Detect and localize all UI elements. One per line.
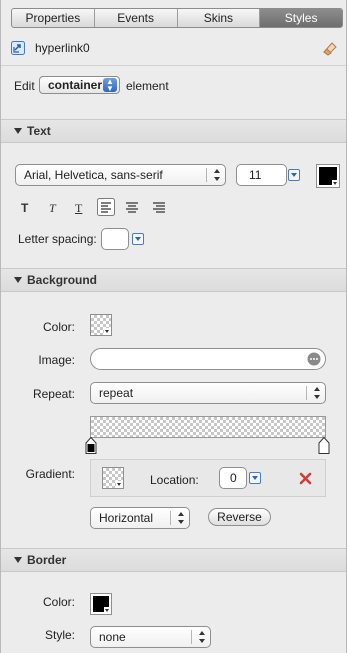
element-select-value: container: [48, 78, 103, 92]
align-left-icon[interactable]: [97, 198, 115, 216]
text-color-swatch[interactable]: [316, 164, 340, 188]
disclosure-triangle-icon: [14, 128, 22, 134]
border-style-select[interactable]: none: [90, 626, 211, 648]
updown-arrow-icon: [214, 169, 220, 181]
tab-skins[interactable]: Skins: [178, 9, 261, 27]
gradient-stop-box: [90, 459, 326, 497]
bg-repeat-select[interactable]: repeat: [90, 382, 326, 404]
border-color-swatch[interactable]: [90, 593, 112, 615]
tab-properties[interactable]: Properties: [12, 9, 95, 27]
font-size-value: 11: [249, 168, 262, 182]
divider: [1, 65, 346, 66]
border-style-label: Style:: [44, 628, 75, 642]
location-value: 0: [230, 471, 237, 485]
edit-label: Edit: [14, 79, 35, 93]
browse-ellipsis-icon[interactable]: [307, 352, 321, 366]
section-title: Text: [27, 124, 51, 138]
gradient-direction-value: Horizontal: [99, 511, 154, 525]
border-style-value: none: [99, 630, 126, 644]
updown-arrow-icon: [199, 631, 205, 643]
bg-color-label: Color:: [42, 320, 75, 334]
location-dropdown-button[interactable]: [249, 472, 261, 484]
gradient-preview-bar[interactable]: [90, 416, 326, 438]
updown-arrow-icon: [314, 387, 320, 399]
border-color-label: Color:: [42, 595, 75, 609]
letter-spacing-label: Letter spacing:: [18, 232, 97, 246]
bold-button[interactable]: T: [21, 201, 28, 215]
delete-stop-icon[interactable]: [299, 472, 312, 485]
bg-repeat-label: Repeat:: [32, 387, 75, 401]
chevron-down-icon: [116, 481, 123, 488]
section-title: Border: [27, 553, 67, 567]
edit-suffix: element: [126, 79, 169, 93]
font-family-value: Arial, Helvetica, sans-serif: [24, 168, 163, 182]
border-section-header[interactable]: Border: [1, 548, 346, 572]
disclosure-triangle-icon: [14, 277, 22, 283]
letter-spacing-dropdown-button[interactable]: [132, 233, 144, 245]
align-center-icon[interactable]: [124, 198, 140, 216]
tab-styles[interactable]: Styles: [260, 9, 342, 27]
updown-arrow-icon: [178, 512, 184, 524]
tab-bar: Properties Events Skins Styles: [11, 8, 343, 28]
chevron-down-icon: [332, 180, 339, 187]
updown-arrow-icon: ▲ ▼: [103, 78, 117, 93]
location-label: Location:: [150, 473, 199, 487]
bg-repeat-value: repeat: [99, 386, 134, 400]
styles-panel: Properties Events Skins Styles hyperlink…: [0, 0, 347, 653]
eraser-icon[interactable]: [321, 39, 339, 57]
bg-color-swatch[interactable]: [90, 314, 112, 336]
letter-spacing-input[interactable]: [101, 228, 129, 250]
stop-color-swatch[interactable]: [102, 467, 124, 489]
component-name: hyperlink0: [35, 41, 90, 55]
font-size-dropdown-button[interactable]: [288, 169, 300, 181]
font-size-input[interactable]: 11: [236, 164, 287, 186]
text-section-header[interactable]: Text: [1, 119, 346, 143]
underline-button[interactable]: T: [75, 201, 82, 216]
location-input[interactable]: 0: [219, 467, 247, 489]
bg-image-input[interactable]: [90, 348, 326, 370]
reverse-button[interactable]: Reverse: [208, 508, 271, 526]
element-select[interactable]: container ▲ ▼: [39, 76, 120, 94]
gradient-label: Gradient:: [25, 467, 75, 481]
gradient-stop-right[interactable]: [318, 437, 330, 454]
hyperlink-component-icon: [11, 41, 25, 55]
background-section-header[interactable]: Background: [1, 268, 346, 292]
section-title: Background: [27, 273, 98, 287]
align-right-icon[interactable]: [151, 198, 167, 216]
tab-events[interactable]: Events: [95, 9, 178, 27]
chevron-down-icon: [104, 607, 111, 614]
bg-image-label: Image:: [38, 353, 75, 367]
font-family-select[interactable]: Arial, Helvetica, sans-serif: [15, 164, 226, 186]
disclosure-triangle-icon: [14, 557, 22, 563]
gradient-stop-left[interactable]: [85, 437, 97, 454]
italic-button[interactable]: T: [49, 201, 56, 216]
gradient-direction-select[interactable]: Horizontal: [90, 507, 190, 529]
chevron-down-icon: [104, 328, 111, 335]
